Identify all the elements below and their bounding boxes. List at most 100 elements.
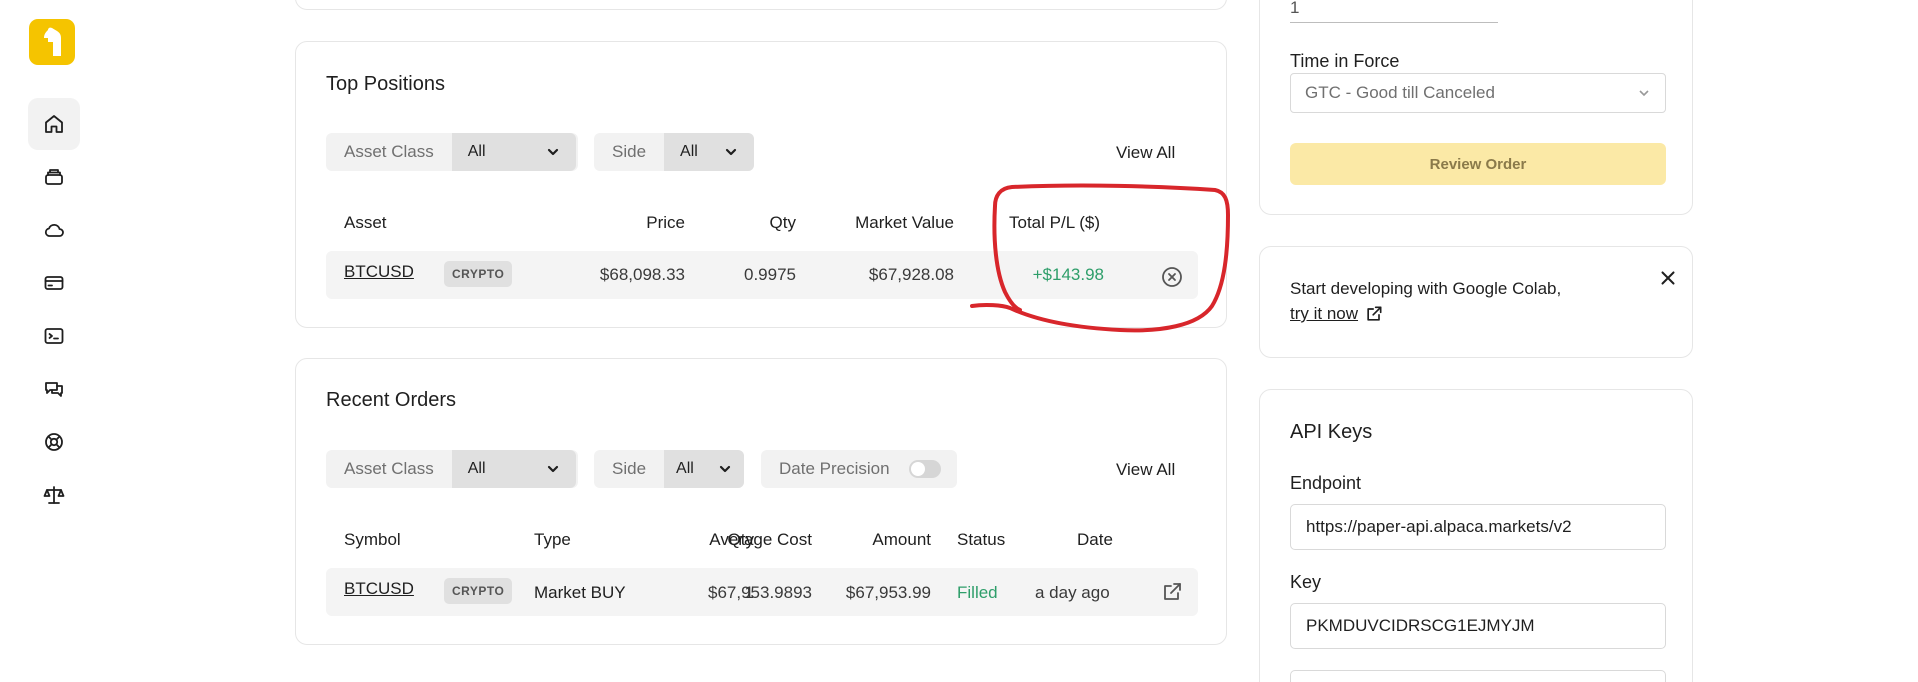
- position-qty: 0.9975: [744, 265, 796, 284]
- asset-class-badge: CRYPTO: [444, 578, 513, 604]
- side-label: Side: [612, 142, 647, 161]
- position-total-pl: +$143.98: [1032, 265, 1104, 284]
- asset-class-select[interactable]: All: [451, 450, 576, 488]
- col-amount: Amount: [872, 530, 931, 549]
- key-value: PKMDUVCIDRSCG1EJMYJM: [1306, 616, 1535, 635]
- col-date: Date: [1077, 530, 1113, 549]
- col-average-cost: Average Cost: [709, 530, 812, 549]
- time-in-force-label: Time in Force: [1290, 51, 1400, 71]
- col-market-value: Market Value: [855, 213, 954, 232]
- side-select[interactable]: All: [664, 450, 744, 488]
- col-type: Type: [534, 530, 571, 549]
- col-status: Status: [957, 530, 1006, 549]
- colab-banner-card: Start developing with Google Colab, try …: [1259, 246, 1693, 358]
- open-order-button[interactable]: [1160, 580, 1184, 604]
- asset-class-label: Asset Class: [344, 459, 434, 478]
- order-symbol-link[interactable]: BTCUSD: [344, 579, 414, 599]
- support-icon: [45, 433, 63, 451]
- orders-view-all-link[interactable]: View All: [1116, 460, 1175, 480]
- col-price: Price: [646, 213, 685, 232]
- side-label: Side: [612, 459, 647, 478]
- position-price: $68,098.33: [599, 265, 685, 284]
- side-filter: Side All: [594, 450, 744, 488]
- key-field[interactable]: PKMDUVCIDRSCG1EJMYJM: [1290, 603, 1666, 649]
- asset-class-value: All: [467, 460, 486, 477]
- cloud-icon: [44, 223, 64, 237]
- col-qty: Qty: [769, 213, 796, 232]
- endpoint-value: https://paper-api.alpaca.markets/v2: [1306, 517, 1572, 536]
- key-label: Key: [1290, 572, 1322, 592]
- asset-class-label: Asset Class: [344, 142, 434, 161]
- asset-class-value: All: [467, 143, 486, 160]
- time-in-force-value: GTC - Good till Canceled: [1305, 83, 1495, 102]
- credit-card-icon: [44, 276, 64, 290]
- date-precision-toggle[interactable]: [909, 460, 941, 478]
- asset-class-select[interactable]: All: [451, 133, 576, 171]
- home-icon: [45, 115, 63, 133]
- alpaca-logo[interactable]: [29, 19, 75, 65]
- close-position-button[interactable]: [1160, 265, 1184, 289]
- order-date: a day ago: [1035, 583, 1110, 602]
- order-average-cost: $67,953.9893: [708, 583, 812, 602]
- external-link-icon: [1367, 306, 1382, 321]
- terminal-icon: [44, 328, 64, 344]
- col-total-pl: Total P/L ($): [1009, 213, 1101, 232]
- side-value: All: [676, 460, 694, 477]
- endpoint-label: Endpoint: [1290, 473, 1362, 493]
- chevron-down-icon: [719, 465, 731, 473]
- col-symbol: Symbol: [344, 530, 401, 549]
- asset-class-filter: Asset Class All: [326, 450, 578, 488]
- top-positions-title: Top Positions: [326, 73, 445, 95]
- order-form-card: 1 Time in Force GTC - Good till Canceled…: [1259, 0, 1693, 215]
- colab-try-link[interactable]: try it now: [1290, 304, 1358, 324]
- scale-icon: [43, 486, 65, 504]
- nav-support[interactable]: [28, 416, 80, 468]
- nav-legal[interactable]: [28, 469, 80, 521]
- order-amount: $67,953.99: [845, 583, 931, 602]
- side-filter: Side All: [594, 133, 754, 171]
- quantity-input[interactable]: 1: [1290, 0, 1498, 23]
- nav-cloud[interactable]: [28, 204, 80, 256]
- card-previous: [295, 0, 1227, 10]
- side-value: All: [680, 143, 698, 160]
- close-banner-button[interactable]: [1657, 267, 1679, 289]
- side-select[interactable]: All: [664, 133, 754, 171]
- api-keys-card: API Keys Endpoint https://paper-api.alpa…: [1259, 389, 1693, 682]
- date-precision-filter: Date Precision: [761, 450, 957, 488]
- close-icon: [1661, 271, 1675, 285]
- nav-home[interactable]: [28, 98, 80, 150]
- review-order-button[interactable]: Review Order: [1290, 143, 1666, 185]
- top-positions-card: Top Positions Asset Class All Side All V…: [295, 41, 1227, 328]
- api-keys-title: API Keys: [1290, 421, 1373, 443]
- order-type: Market BUY: [534, 583, 626, 602]
- nav-billing[interactable]: [28, 257, 80, 309]
- chevron-down-icon: [547, 465, 558, 473]
- recent-orders-title: Recent Orders: [326, 389, 457, 411]
- asset-class-filter: Asset Class All: [326, 133, 578, 171]
- secret-field[interactable]: [1290, 670, 1666, 682]
- endpoint-field[interactable]: https://paper-api.alpaca.markets/v2: [1290, 504, 1666, 550]
- order-status: Filled: [957, 583, 998, 602]
- time-in-force-select[interactable]: GTC - Good till Canceled: [1290, 73, 1666, 113]
- col-asset: Asset: [344, 213, 387, 232]
- chevron-down-icon: [547, 148, 558, 156]
- chevron-down-icon: [725, 148, 737, 156]
- chat-icon: [45, 382, 63, 397]
- nav-chat[interactable]: [28, 363, 80, 415]
- positions-view-all-link[interactable]: View All: [1116, 143, 1175, 163]
- date-precision-label: Date Precision: [779, 459, 890, 478]
- nav-terminal[interactable]: [28, 310, 80, 362]
- quantity-value: 1: [1290, 0, 1300, 17]
- alpaca-logo-icon: [44, 27, 61, 56]
- colab-link-row: try it now: [1290, 304, 1384, 324]
- nav-archive[interactable]: [28, 151, 80, 203]
- colab-banner-text: Start developing with Google Colab,: [1290, 279, 1562, 298]
- recent-orders-card: Recent Orders Asset Class All Side All D…: [295, 358, 1227, 645]
- close-circle-icon: [1162, 267, 1182, 287]
- external-link-icon: [1164, 583, 1181, 600]
- position-market-value: $67,928.08: [868, 265, 954, 284]
- chevron-down-icon: [1639, 90, 1649, 97]
- archive-icon: [45, 169, 63, 185]
- position-asset-link[interactable]: BTCUSD: [344, 262, 414, 282]
- sidebar-nav: [0, 0, 110, 682]
